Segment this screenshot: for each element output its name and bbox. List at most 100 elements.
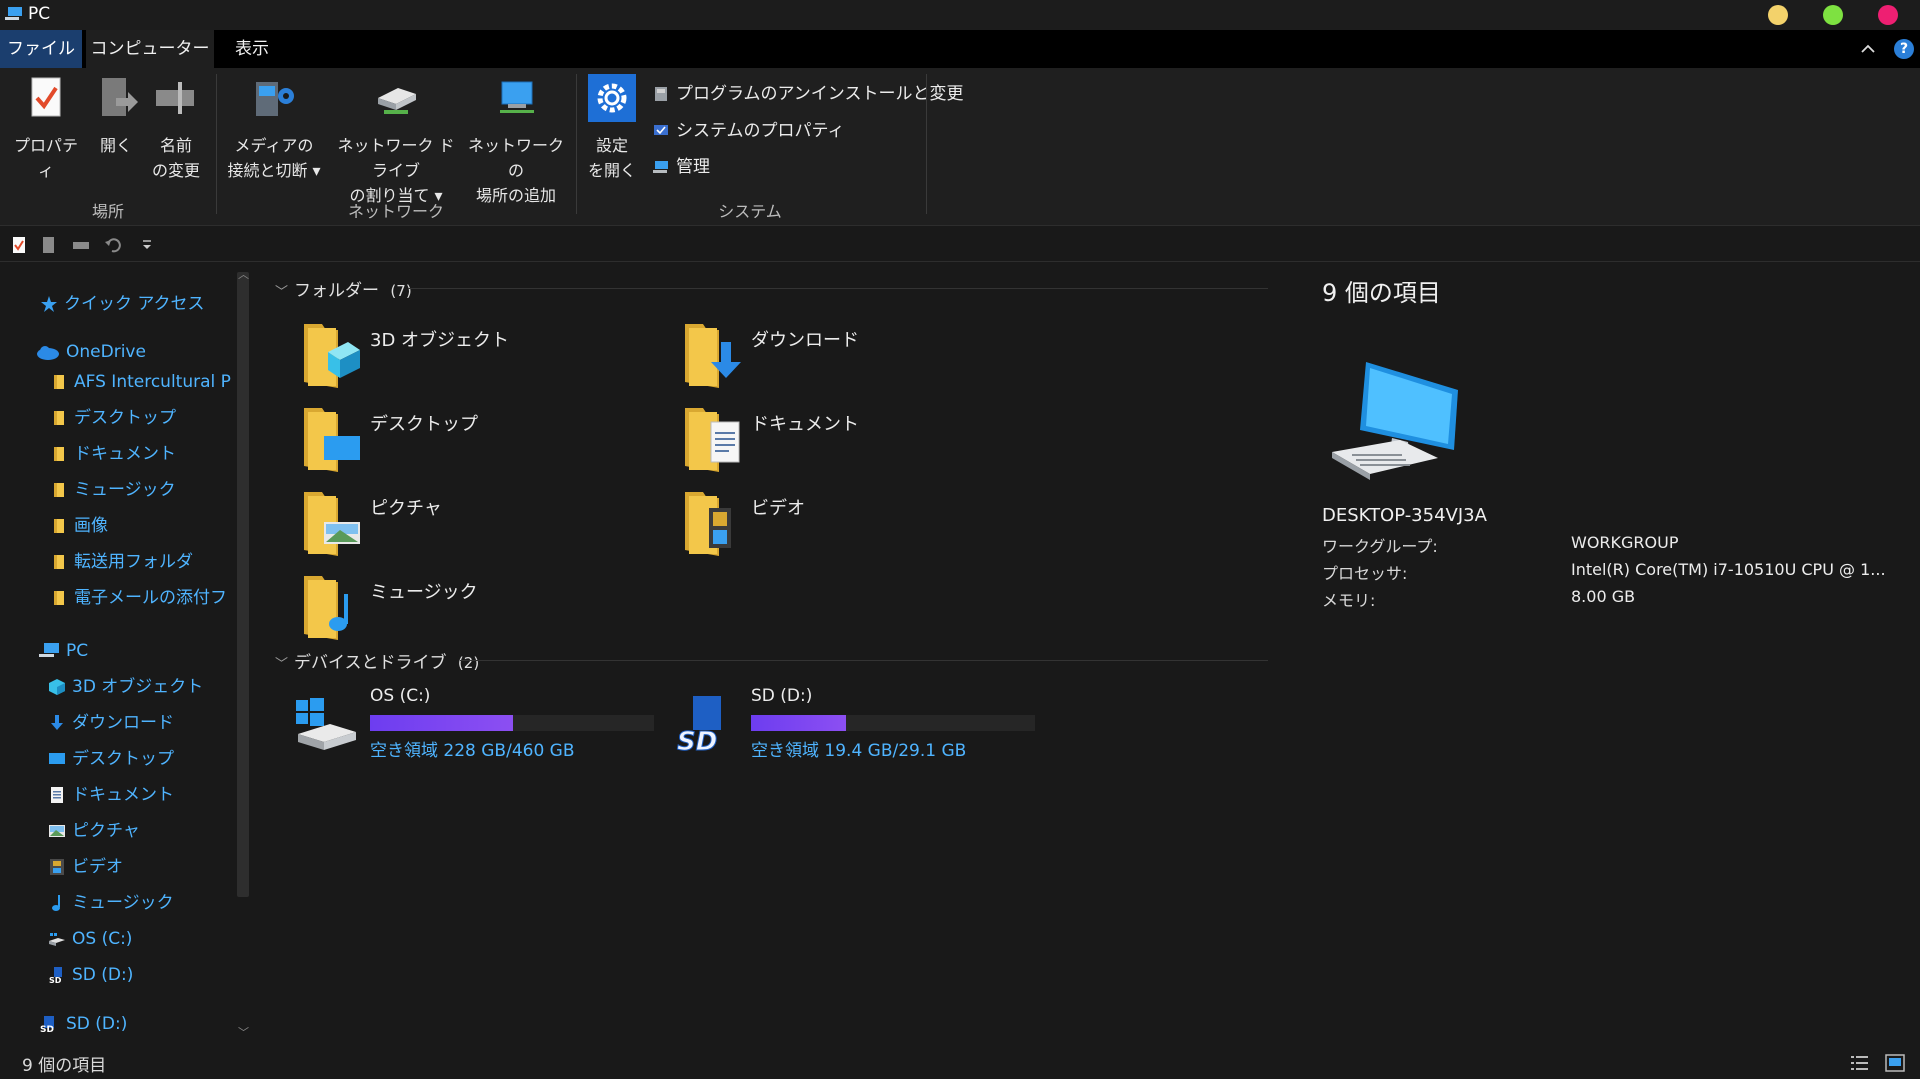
nav-label: クイック アクセス xyxy=(64,294,205,314)
system-properties-button[interactable]: システムのプロパティ xyxy=(652,119,844,143)
map-network-drive-label: ネットワーク ドライブ の割り当て ▾ xyxy=(337,136,455,205)
collapse-ribbon-chevron-icon[interactable] xyxy=(1860,41,1876,57)
nav-label: ミュージック xyxy=(72,893,174,913)
add-network-location-button[interactable]: ネットワークの 場所の追加 xyxy=(466,74,566,208)
close-button[interactable] xyxy=(1878,5,1898,25)
folder-documents-icon xyxy=(685,408,740,472)
nav-label: SD (D:) xyxy=(72,965,134,985)
folder-tile[interactable]: ミュージック xyxy=(302,570,662,650)
group-label-system: システム xyxy=(718,202,782,221)
folder-name: ピクチャ xyxy=(370,498,442,519)
nav-pc-item[interactable]: ビデオ xyxy=(48,852,232,882)
memory-value: 8.00 GB xyxy=(1571,587,1636,606)
group-label-location: 場所 xyxy=(91,202,124,221)
document-icon xyxy=(51,787,63,803)
properties-icon[interactable] xyxy=(10,236,28,254)
folder-icon xyxy=(54,483,64,497)
nav-pc-item[interactable]: ピクチャ xyxy=(48,816,232,846)
customize-toolbar-chevron-down-icon[interactable] xyxy=(138,236,156,254)
nav-quick-access[interactable]: クイック アクセス xyxy=(40,289,205,319)
nav-label: OneDrive xyxy=(66,342,146,362)
system-properties-icon xyxy=(654,125,668,135)
folder-tile[interactable]: ピクチャ xyxy=(302,486,662,566)
folder-tile[interactable]: 3D オブジェクト xyxy=(302,318,662,398)
manage-button[interactable]: 管理 xyxy=(652,155,710,179)
nav-sd-drive[interactable]: SD SD (D:) xyxy=(38,1009,127,1039)
nav-label: ビデオ xyxy=(72,857,123,877)
rename-icon xyxy=(156,82,194,114)
nav-onedrive-item[interactable]: デスクトップ xyxy=(50,403,232,433)
maximize-button[interactable] xyxy=(1823,5,1843,25)
tab-view[interactable]: 表示 xyxy=(220,30,284,68)
folder-icon xyxy=(54,555,64,569)
tab-computer[interactable]: コンピューター xyxy=(86,30,214,68)
rename-label: 名前 の変更 xyxy=(151,136,200,180)
folder-tile[interactable]: デスクトップ xyxy=(302,402,662,482)
nav-onedrive-item[interactable]: 画像 xyxy=(50,511,232,541)
properties-button[interactable]: プロパティ xyxy=(8,74,84,183)
rename-button[interactable]: 名前 の変更 xyxy=(146,74,206,183)
processor-label: プロセッサ: xyxy=(1322,564,1408,583)
folder-tile[interactable]: ダウンロード xyxy=(683,318,1043,398)
nav-onedrive-item[interactable]: 転送用フォルダ xyxy=(50,547,232,577)
svg-text:SD: SD xyxy=(40,1025,54,1033)
media-connect-button[interactable]: メディアの 接続と切断 ▾ xyxy=(222,74,326,183)
network-location-icon xyxy=(500,81,534,113)
tab-file[interactable]: ファイル xyxy=(0,30,82,68)
drive-tile-d[interactable]: SD SD (D:) 空き領域 19.4 GB/29.1 GB xyxy=(675,686,1055,776)
folders-section-header[interactable]: ﹀ フォルダー (7) xyxy=(275,276,412,301)
nav-onedrive[interactable]: OneDrive xyxy=(36,337,146,367)
drive-name: OS (C:) xyxy=(370,686,431,706)
windows-drive-icon xyxy=(296,698,356,750)
open-settings-button[interactable]: 設定 を開く xyxy=(582,74,642,183)
status-item-count: 9 個の項目 xyxy=(22,1056,107,1076)
folders-count: (7) xyxy=(390,282,412,300)
large-icons-view-icon[interactable] xyxy=(1885,1054,1905,1072)
nav-onedrive-item[interactable]: 電子メールの添付フ xyxy=(50,583,232,613)
svg-text:SD: SD xyxy=(49,976,62,984)
nav-onedrive-item[interactable]: ミュージック xyxy=(50,475,232,505)
nav-label: ピクチャ xyxy=(72,821,140,841)
media-connect-label: メディアの 接続と切断 ▾ xyxy=(227,136,321,180)
nav-label: ミュージック xyxy=(74,480,176,500)
nav-pc-item[interactable]: ダウンロード xyxy=(48,708,232,738)
nav-label: ドキュメント xyxy=(72,785,174,805)
folder-tile[interactable]: ビデオ xyxy=(683,486,1043,566)
drive-tile-c[interactable]: OS (C:) 空き領域 228 GB/460 GB xyxy=(294,686,674,776)
details-view-icon[interactable] xyxy=(1850,1054,1870,1072)
scroll-down-chevron-icon[interactable]: ﹀ xyxy=(238,1024,249,1039)
undo-icon[interactable] xyxy=(104,236,122,254)
window-title: PC xyxy=(28,4,51,24)
nav-onedrive-item[interactable]: AFS Intercultural Prc xyxy=(50,367,232,397)
nav-pc-item[interactable]: SD SD (D:) xyxy=(48,960,232,990)
scroll-up-chevron-icon[interactable]: ︿ xyxy=(238,266,249,281)
workgroup-value: WORKGROUP xyxy=(1571,533,1679,552)
properties-label: プロパティ xyxy=(13,136,78,180)
nav-pc-item[interactable]: デスクトップ xyxy=(48,744,232,774)
drives-section-header[interactable]: ﹀ デバイスとドライブ (2) xyxy=(275,648,479,673)
uninstall-programs-button[interactable]: プログラムのアンインストールと変更 xyxy=(652,82,963,106)
nav-onedrive-item[interactable]: ドキュメント xyxy=(50,439,232,469)
nav-pc-item[interactable]: ドキュメント xyxy=(48,780,232,810)
minimize-button[interactable] xyxy=(1768,5,1788,25)
nav-scrollbar[interactable] xyxy=(237,272,249,897)
open-button[interactable]: 開く xyxy=(90,74,142,158)
folder-desktop-icon xyxy=(304,408,360,472)
help-icon[interactable]: ? xyxy=(1894,39,1914,59)
new-folder-icon[interactable] xyxy=(40,236,58,254)
nav-pc-item[interactable]: OS (C:) xyxy=(48,924,232,954)
map-network-drive-button[interactable]: ネットワーク ドライブ の割り当て ▾ xyxy=(330,74,462,208)
nav-label: デスクトップ xyxy=(72,749,174,769)
nav-pc-item[interactable]: ミュージック xyxy=(48,888,232,918)
computer-icon xyxy=(1332,362,1458,480)
folder-tile[interactable]: ドキュメント xyxy=(683,402,1043,482)
pc-icon xyxy=(39,643,59,657)
nav-pc-item[interactable]: 3D オブジェクト xyxy=(48,672,232,702)
folder-icon xyxy=(54,519,64,533)
nav-label: 画像 xyxy=(74,516,108,536)
rename-icon[interactable] xyxy=(72,236,90,254)
nav-pc[interactable]: PC xyxy=(38,636,88,666)
folder-pictures-icon xyxy=(304,492,360,556)
manage-label: 管理 xyxy=(676,157,710,177)
folder-video-icon xyxy=(685,492,731,556)
